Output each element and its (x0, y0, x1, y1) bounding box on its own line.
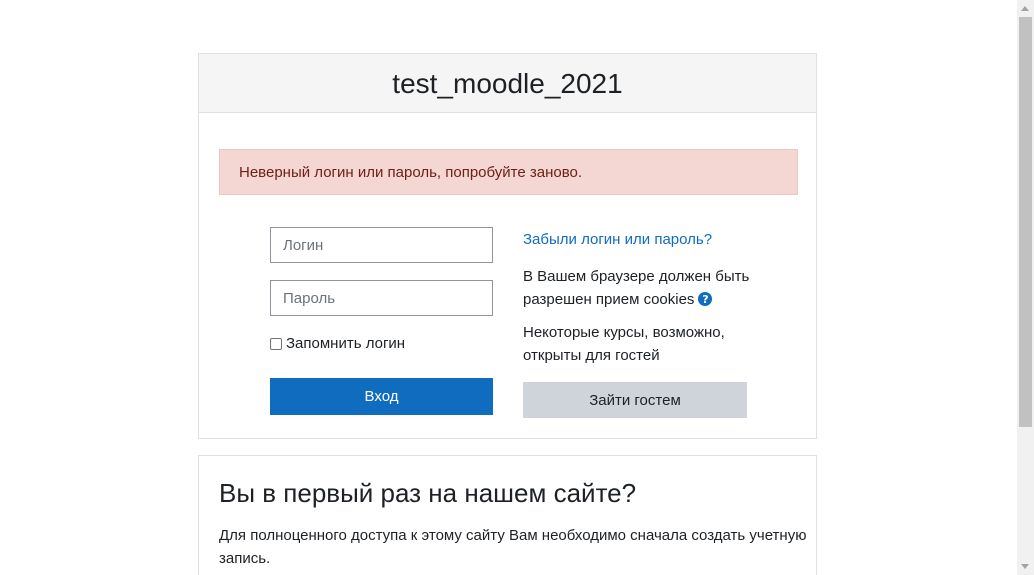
scrollbar-thumb[interactable] (1019, 17, 1032, 427)
password-input[interactable] (270, 280, 493, 316)
login-page: test_moodle_2021 Неверный логин или паро… (0, 0, 1034, 575)
help-icon[interactable]: ? (698, 292, 713, 307)
cookies-text: В Вашем браузере должен быть разрешен пр… (523, 268, 750, 308)
site-title: test_moodle_2021 (199, 54, 816, 113)
guest-access-text: Некоторые курсы, возможно, открыты для г… (523, 324, 725, 364)
username-input[interactable] (270, 227, 493, 263)
login-button[interactable]: Вход (270, 378, 493, 415)
signup-card: Вы в первый раз на нашем сайте? Для полн… (198, 455, 817, 575)
error-alert: Неверный логин или пароль, попробуйте за… (219, 149, 798, 195)
login-card: test_moodle_2021 Неверный логин или паро… (198, 53, 817, 439)
forgot-password-link[interactable]: Забыли логин или пароль? (523, 231, 712, 248)
cookies-notice: В Вашем браузере должен быть разрешен пр… (523, 265, 763, 311)
scroll-down-arrow-icon[interactable] (1021, 564, 1029, 569)
error-alert-message: Неверный логин или пароль, попробуйте за… (239, 163, 583, 181)
signup-text: Для полноценного доступа к этому сайту В… (219, 527, 807, 567)
guest-login-button[interactable]: Зайти гостем (523, 382, 747, 418)
remember-username[interactable]: Запомнить логин (270, 335, 405, 352)
remember-label: Запомнить логин (286, 335, 406, 352)
signup-title: Вы в первый раз на нашем сайте? (219, 478, 637, 508)
remember-checkbox[interactable] (270, 337, 282, 350)
scroll-up-arrow-icon[interactable] (1021, 6, 1029, 11)
vertical-scrollbar[interactable] (1017, 0, 1034, 575)
